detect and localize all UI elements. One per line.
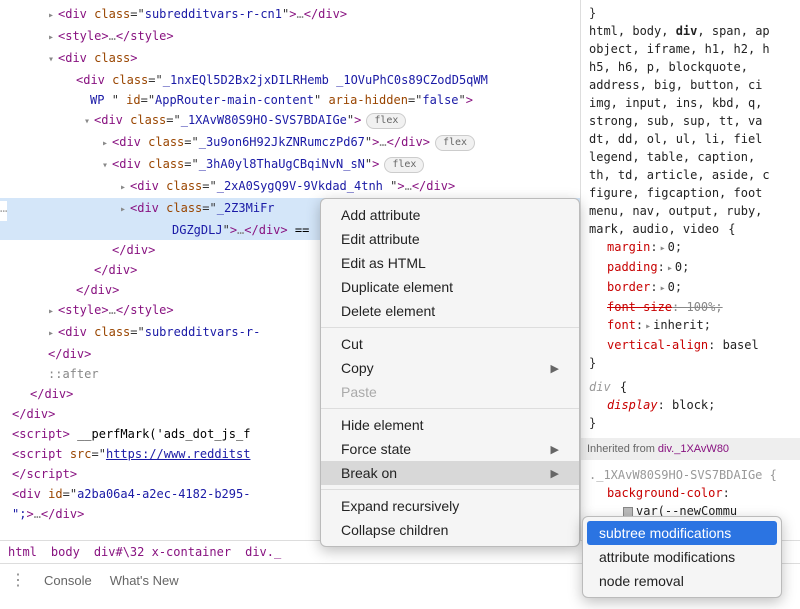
styles-panel[interactable]: } html, body, div, span, ap object, ifra… <box>580 0 800 540</box>
menu-hide-element[interactable]: Hide element <box>321 413 579 437</box>
expand-icon[interactable]: ▸ <box>48 28 58 48</box>
tab-whats-new[interactable]: What's New <box>110 573 179 588</box>
expand-icon[interactable]: ▾ <box>48 50 58 70</box>
css-rule[interactable]: div { <box>589 378 792 396</box>
expand-icon[interactable]: ▾ <box>84 112 94 132</box>
css-property[interactable]: vertical-align: basel <box>589 336 792 354</box>
flex-badge[interactable]: flex <box>384 157 424 173</box>
menu-expand-recursively[interactable]: Expand recursively <box>321 494 579 518</box>
flex-badge[interactable]: flex <box>366 113 406 129</box>
breadcrumb-item[interactable]: body <box>51 545 80 559</box>
tab-console[interactable]: Console <box>44 573 92 588</box>
submenu-arrow-icon: ▶ <box>551 443 559 456</box>
kebab-menu-icon[interactable]: ⋮ <box>10 570 26 590</box>
css-property[interactable]: background-color: <box>589 484 792 502</box>
dom-node[interactable]: <div class="_1nxEQl5D2Bx2jxDILRHemb _1OV… <box>0 70 580 90</box>
breadcrumb-item[interactable]: div#\32 x-container <box>94 545 231 559</box>
flex-badge[interactable]: flex <box>435 135 475 151</box>
overflow-dots: ⋯ <box>0 201 7 221</box>
css-property[interactable]: display: block; <box>589 396 792 414</box>
css-property[interactable]: border:0; <box>589 278 792 298</box>
dom-node[interactable]: ▸<div class="_3u9on6H92JkZNRumczPd67">…<… <box>0 132 580 154</box>
color-swatch[interactable] <box>623 507 633 517</box>
dom-node-continuation[interactable]: WP " id="AppRouter-main-content" aria-hi… <box>0 90 580 110</box>
menu-collapse-children[interactable]: Collapse children <box>321 518 579 542</box>
submenu-arrow-icon: ▶ <box>551 362 559 375</box>
submenu-subtree-modifications[interactable]: subtree modifications <box>587 521 777 545</box>
css-property-overridden[interactable]: font-size: 100%; <box>589 298 792 316</box>
menu-copy[interactable]: Copy▶ <box>321 356 579 380</box>
expand-icon[interactable]: ▸ <box>48 324 58 344</box>
dom-node[interactable]: ▾<div class> <box>0 48 580 70</box>
expand-icon[interactable]: ▸ <box>102 134 112 154</box>
css-selector[interactable]: html, body, div, span, ap <box>589 22 792 40</box>
breadcrumb-item[interactable]: div._ <box>245 545 281 559</box>
dom-node[interactable]: ▾<div class="_3hA0yl8ThaUgCBqiNvN_sN">fl… <box>0 154 580 176</box>
css-rule-close: } <box>589 414 792 432</box>
menu-force-state[interactable]: Force state▶ <box>321 437 579 461</box>
submenu-arrow-icon: ▶ <box>551 467 559 480</box>
css-property[interactable]: margin:0; <box>589 238 792 258</box>
expand-icon[interactable]: ▸ <box>120 200 130 220</box>
submenu-attribute-modifications[interactable]: attribute modifications <box>583 545 781 569</box>
css-property[interactable]: padding:0; <box>589 258 792 278</box>
css-property[interactable]: font:inherit; <box>589 316 792 336</box>
dom-node[interactable]: ▸<div class="_2xA0SygQ9V-9Vkdad_4tnh ">…… <box>0 176 580 198</box>
menu-delete-element[interactable]: Delete element <box>321 299 579 323</box>
css-rule-close: } <box>589 4 792 22</box>
menu-edit-attribute[interactable]: Edit attribute <box>321 227 579 251</box>
dom-node[interactable]: ▸<div class="subredditvars-r-cn1">…</div… <box>0 4 580 26</box>
expand-icon[interactable]: ▾ <box>102 156 112 176</box>
submenu-node-removal[interactable]: node removal <box>583 569 781 593</box>
css-selector[interactable]: ._1XAvW80S9HO-SVS7BDAIGe { <box>589 466 792 484</box>
breadcrumb-item[interactable]: html <box>8 545 37 559</box>
break-on-submenu[interactable]: subtree modifications attribute modifica… <box>582 516 782 598</box>
menu-break-on[interactable]: Break on▶ <box>321 461 579 485</box>
menu-paste: Paste <box>321 380 579 404</box>
expand-icon[interactable]: ▸ <box>48 302 58 322</box>
menu-cut[interactable]: Cut <box>321 332 579 356</box>
menu-duplicate-element[interactable]: Duplicate element <box>321 275 579 299</box>
css-rule-close: } <box>589 354 792 372</box>
dom-node[interactable]: ▸<style>…</style> <box>0 26 580 48</box>
menu-add-attribute[interactable]: Add attribute <box>321 203 579 227</box>
menu-edit-as-html[interactable]: Edit as HTML <box>321 251 579 275</box>
expand-icon[interactable]: ▸ <box>120 178 130 198</box>
inherited-from-bar: Inherited from div._1XAvW80 <box>581 438 800 460</box>
dom-node[interactable]: ▾<div class="_1XAvW80S9HO-SVS7BDAIGe">fl… <box>0 110 580 132</box>
expand-icon[interactable]: ▸ <box>48 6 58 26</box>
context-menu[interactable]: Add attribute Edit attribute Edit as HTM… <box>320 198 580 547</box>
